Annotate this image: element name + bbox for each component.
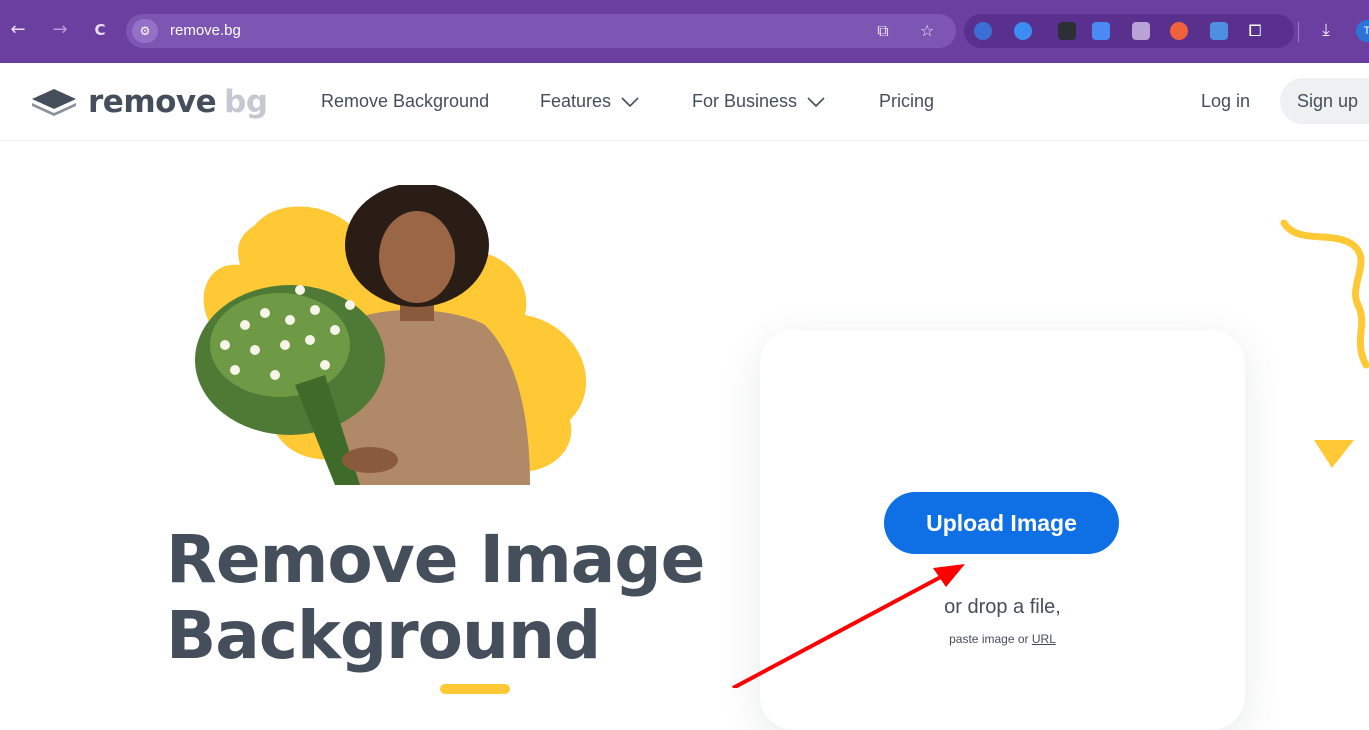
url-text[interactable]: remove.bg — [170, 22, 241, 39]
forward-icon[interactable]: → — [48, 18, 72, 42]
install-app-icon[interactable]: ⧉ — [872, 20, 894, 42]
extensions-puzzle-icon[interactable]: ⧠ — [1246, 22, 1264, 40]
nav-for-business[interactable]: For Business — [692, 91, 825, 112]
removebg-logo[interactable]: remove bg — [30, 83, 268, 121]
profile-avatar[interactable]: T — [1356, 20, 1369, 42]
nav-pricing-label: Pricing — [879, 91, 935, 111]
toolbar-divider — [1298, 22, 1299, 42]
logo-word-bg: bg — [224, 84, 268, 120]
nav-remove-background-label: Remove Background — [321, 91, 490, 111]
nav-for-business-label: For Business — [692, 91, 798, 111]
extension-figure-icon[interactable] — [1170, 22, 1188, 40]
back-icon[interactable]: ← — [6, 18, 30, 42]
login-link[interactable]: Log in — [1201, 91, 1250, 112]
browser-toolbar: ← → C ⚙ remove.bg ⧉ ☆ ⧠ ⤓ T — [0, 0, 1369, 63]
headline-line-2: Background — [166, 597, 601, 674]
reload-icon[interactable]: C — [88, 18, 112, 42]
extension-password-icon[interactable] — [1058, 22, 1076, 40]
site-info-icon[interactable]: ⚙ — [132, 19, 158, 43]
extension-r-icon[interactable] — [1132, 22, 1150, 40]
yellow-underline-decoration — [440, 684, 510, 694]
paste-image-label: paste image or — [949, 632, 1029, 646]
nav-remove-background[interactable]: Remove Background — [321, 91, 489, 112]
face-shape — [379, 211, 455, 303]
address-bar[interactable]: ⚙ remove.bg ⧉ ☆ — [126, 14, 956, 48]
bookmark-star-icon[interactable]: ☆ — [916, 20, 938, 42]
site-header: remove bg Remove Background Features For… — [0, 63, 1369, 141]
extension-code-icon[interactable] — [1210, 22, 1228, 40]
url-link[interactable]: URL — [1032, 632, 1056, 646]
extension-translate-icon[interactable] — [1092, 22, 1110, 40]
nav-features[interactable]: Features — [540, 91, 639, 112]
hero-headline: Remove Image Background — [166, 521, 705, 674]
chevron-down-icon — [807, 96, 825, 107]
headline-line-1: Remove Image — [166, 521, 705, 598]
hero-image — [185, 183, 605, 485]
drop-file-text: or drop a file, — [944, 596, 1061, 618]
download-icon[interactable]: ⤓ — [1314, 18, 1338, 42]
layers-logo-icon — [32, 89, 76, 116]
upload-image-button[interactable]: Upload Image — [884, 492, 1119, 554]
logo-word-remove: remove — [88, 84, 217, 120]
chevron-down-icon — [621, 96, 639, 107]
yellow-squiggle-decoration — [1280, 219, 1369, 369]
paste-image-text: paste image or URL — [760, 632, 1245, 646]
extension-tag-icon[interactable] — [974, 22, 992, 40]
extensions-bar: ⧠ — [964, 14, 1294, 48]
nav-pricing[interactable]: Pricing — [879, 91, 934, 112]
signup-button[interactable]: Sign up — [1280, 78, 1369, 124]
extension-check-icon[interactable] — [1014, 22, 1032, 40]
nav-features-label: Features — [540, 91, 612, 111]
yellow-triangle-decoration — [1314, 440, 1354, 468]
